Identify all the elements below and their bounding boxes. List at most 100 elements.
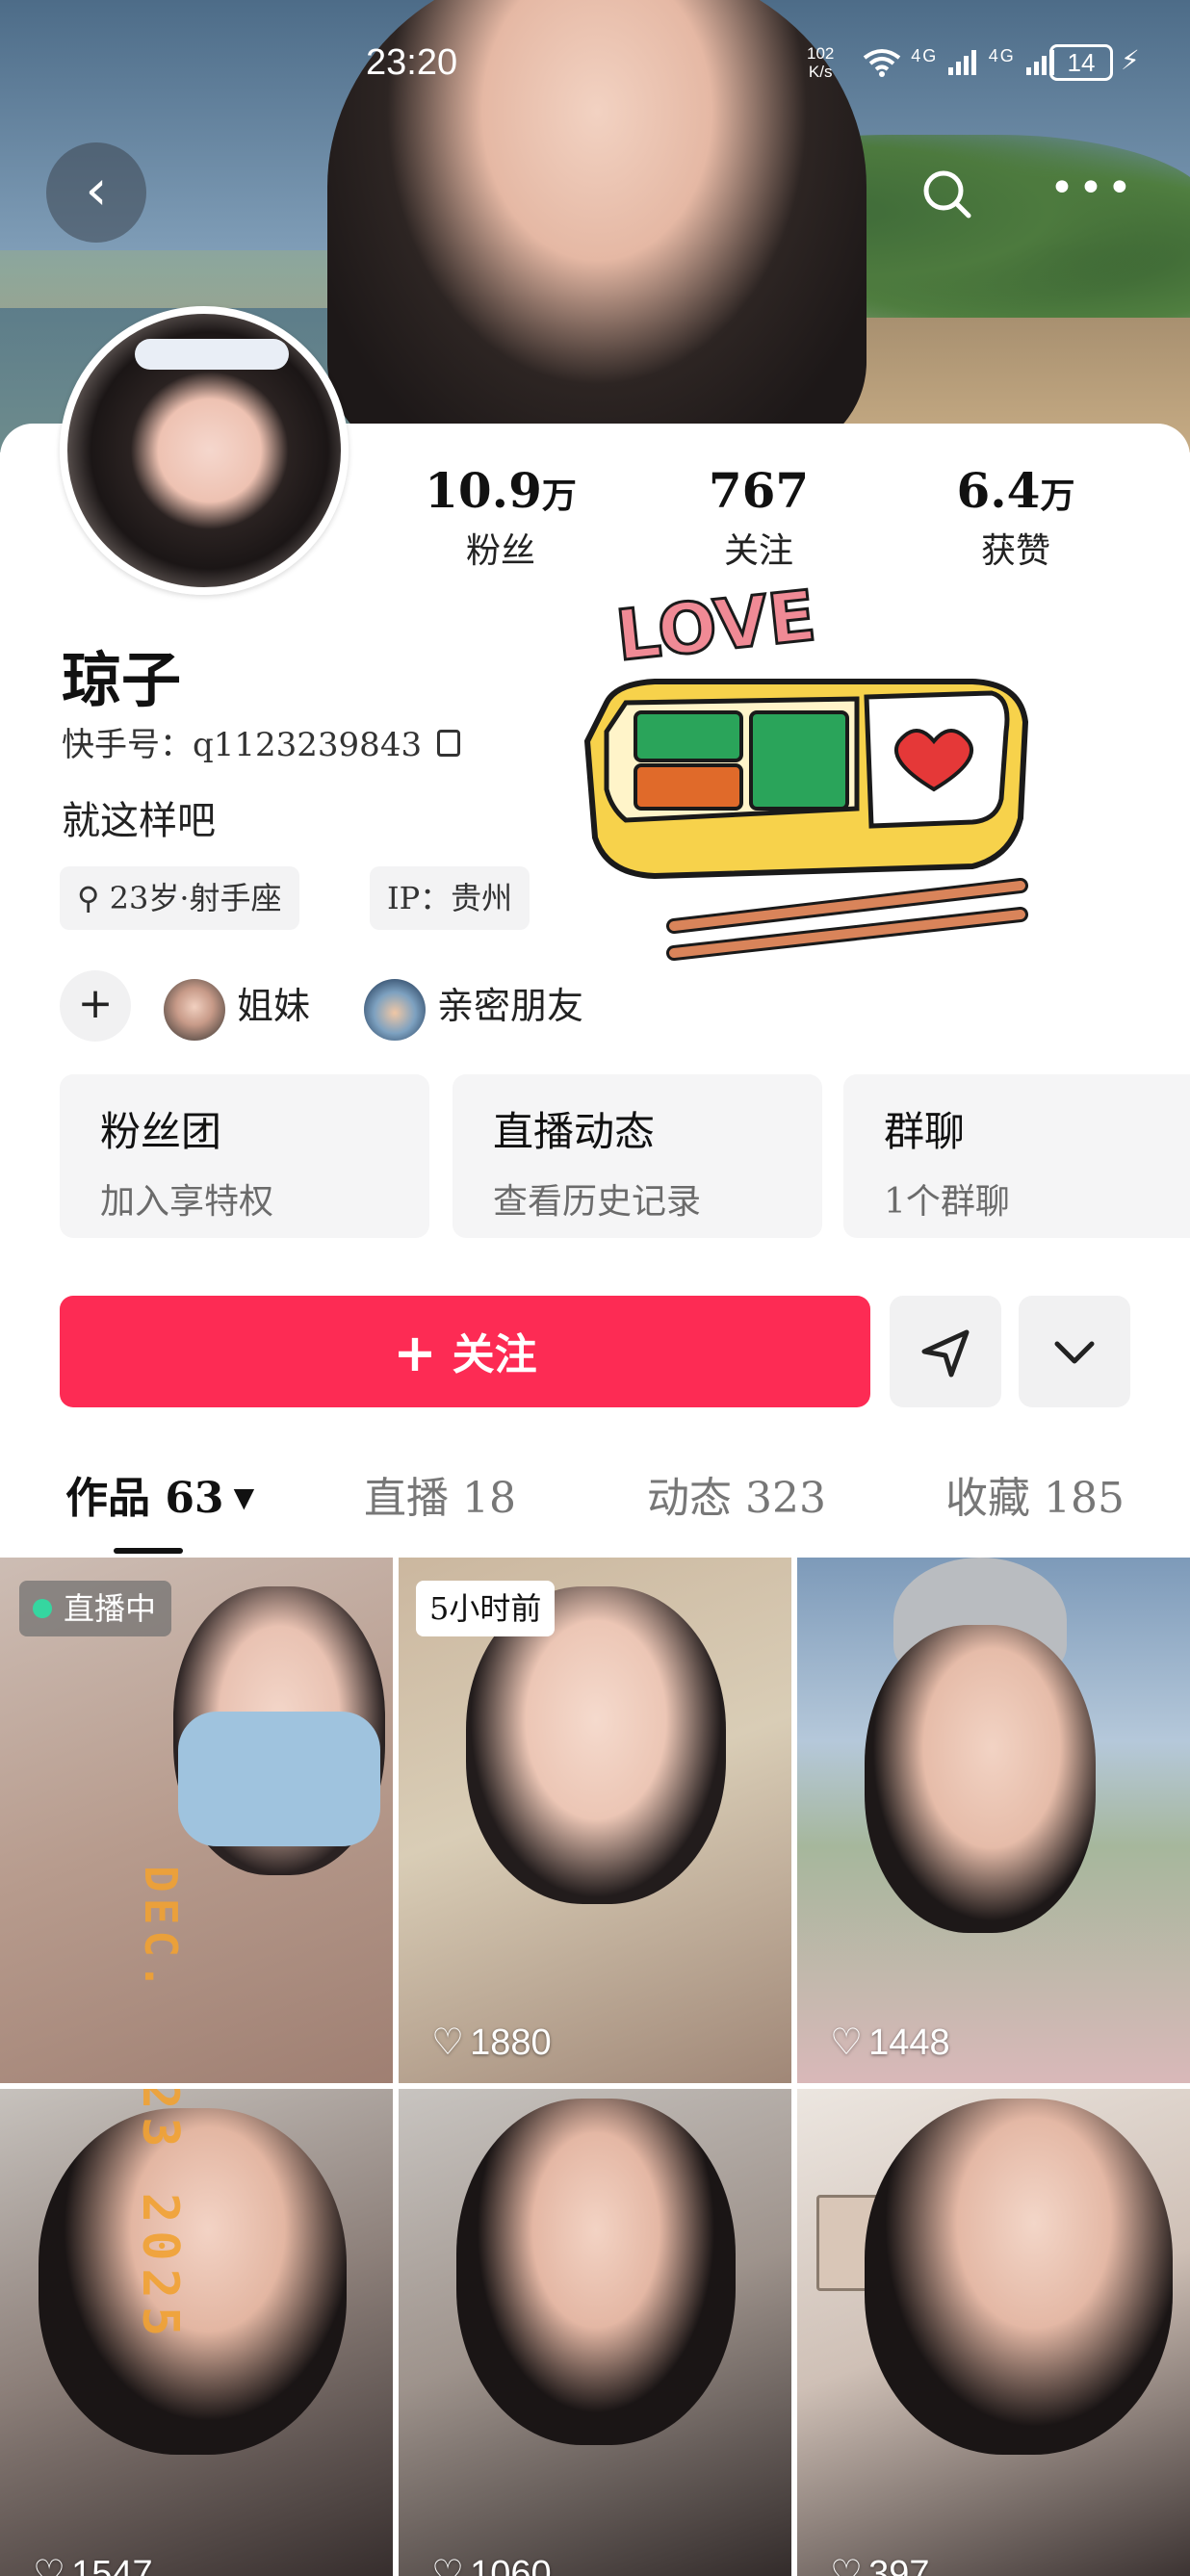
tab-moments[interactable]: 动态 323 [647,1463,826,1525]
network-speed: 102 K/s [807,44,834,81]
status-time: 23:20 [366,42,458,83]
thumbnail-person [865,2099,1173,2455]
stat-fans-value: 10.9 [425,462,542,519]
quick-card-live-history[interactable]: 直播动态 查看历史记录 [453,1074,822,1238]
relation-avatar [364,978,426,1041]
heart-icon: ♡ [830,2021,864,2063]
works-grid: DEC. 直播中 5小时前 ♡ 1880 ♡ 1448 23 2025 ♡ 1547 … [0,1558,1190,2576]
gender-icon: ⚲ [77,880,100,916]
like-count-value: 1880 [470,2022,552,2063]
avatar[interactable] [60,306,349,595]
time-badge: 5小时前 [416,1581,556,1636]
like-count: ♡ 1880 [431,2021,552,2064]
more-horizontal-icon: ••• [1049,164,1136,213]
paper-plane-icon [921,1329,970,1378]
relation-close-friend-label: 亲密朋友 [437,985,584,1027]
like-count: ♡ 1547 [33,2552,153,2576]
stat-following-value: 767 [708,462,810,519]
quick-card-title: 群聊 [884,1108,966,1155]
video-tile[interactable]: ♡ 397 [797,2089,1190,2576]
avatar-headband [135,339,289,370]
relation-close-friend[interactable]: 亲密朋友 [364,972,584,1041]
ip-tag: IP：贵州 [370,866,530,930]
stat-likes-label: 获赞 [980,531,1050,571]
age-tag-text: 23岁·射手座 [109,880,282,916]
heart-icon: ♡ [431,2021,465,2063]
thumbnail-person [456,2099,736,2445]
heart-icon: ♡ [830,2552,864,2576]
live-dot-icon [33,1598,52,1618]
follow-button[interactable]: + 关注 [60,1296,870,1407]
plus-icon: + [393,1323,437,1383]
stat-likes[interactable]: 6.4万 获赞 [919,462,1112,573]
profile-name: 琼子 [62,645,182,715]
search-button[interactable] [915,162,982,229]
stat-fans[interactable]: 10.9万 粉丝 [404,462,597,573]
kuaishou-id: 快手号：q1123239843 [62,726,423,764]
live-badge-label: 直播中 [64,1590,157,1627]
network-speed-unit: K/s [808,63,833,81]
tab-works[interactable]: 作品 63 ▼ [65,1463,254,1525]
add-relation-button[interactable]: + [60,970,131,1042]
heart-icon: ♡ [33,2552,66,2576]
status-bar: 23:20 102 K/s 4G 4G 14 ⚡ [0,39,1190,96]
quick-card-title: 粉丝团 [100,1108,222,1155]
search-icon [923,170,971,219]
follow-button-label: 关注 [452,1330,537,1379]
love-bento-sticker: LOVE [568,568,1049,992]
video-tile[interactable]: DEC. 直播中 [0,1558,393,2083]
cell-signal-1-icon: 4G [911,46,939,65]
stat-likes-unit: 万 [1040,476,1075,516]
stat-following-label: 关注 [723,531,793,571]
date-overlay-text: DEC. [135,1866,187,1996]
wifi-icon [862,46,911,78]
quick-card-fan-club[interactable]: 粉丝团 加入享特权 [60,1074,429,1238]
like-count: ♡ 397 [830,2552,929,2576]
send-message-button[interactable] [890,1296,1001,1407]
date-overlay-text: 23 2025 [131,2089,189,2345]
thumbnail-person [39,2108,347,2455]
tab-active-indicator [114,1548,183,1554]
tab-works-label: 作品 63 [65,1474,224,1523]
quick-card-subtitle: 1个群聊 [884,1182,1010,1222]
tab-favorites[interactable]: 收藏 185 [945,1463,1125,1525]
heart-icon: ♡ [431,2552,465,2576]
video-tile[interactable]: ♡ 1060 [399,2089,791,2576]
video-tile[interactable]: 5小时前 ♡ 1880 [399,1558,791,2083]
network-speed-value: 102 [807,44,835,63]
profile-bio: 就这样吧 [62,799,216,843]
relation-sister[interactable]: 姐妹 [164,972,311,1041]
charging-icon: ⚡ [1121,44,1140,76]
chevron-down-icon [1054,1341,1095,1364]
chevron-left-icon: ‹ [85,157,108,222]
copy-icon[interactable] [437,730,461,757]
battery-indicator: 14 [1049,44,1113,81]
plus-icon: + [77,979,114,1028]
tab-live[interactable]: 直播 18 [364,1463,516,1525]
video-tile[interactable]: 23 2025 ♡ 1547 [0,2089,393,2576]
back-button[interactable]: ‹ [46,142,146,243]
cell-signal-2-icon: 4G [988,46,1016,65]
quick-card-subtitle: 加入享特权 [100,1182,274,1222]
relation-avatar [164,978,225,1041]
video-tile[interactable]: ♡ 1448 [797,1558,1190,2083]
sticker-love-text: LOVE [612,575,819,676]
more-options-dropdown[interactable] [1019,1296,1130,1407]
like-count-value: 1448 [868,2022,950,2063]
like-count-value: 397 [868,2554,930,2576]
relation-sister-label: 姐妹 [237,985,311,1027]
like-count-value: 1547 [71,2554,153,2576]
content-tabs: 作品 63 ▼ 直播 18 动态 323 收藏 185 [0,1463,1190,1554]
kuaishou-id-row: 快手号：q1123239843 [62,718,461,765]
more-button[interactable]: ••• [1049,162,1132,229]
thumbnail-mask [178,1712,380,1846]
caret-down-icon: ▼ [233,1481,255,1513]
quick-card-group-chat[interactable]: 群聊 1个群聊 [843,1074,1190,1238]
live-badge: 直播中 [19,1581,172,1636]
cell-bars-1-icon [946,46,988,76]
thumbnail-person [865,1625,1096,1933]
stat-likes-value: 6.4 [956,462,1041,519]
like-count-value: 1060 [470,2554,552,2576]
quick-card-title: 直播动态 [493,1108,656,1155]
stat-following[interactable]: 767 关注 [662,462,855,573]
